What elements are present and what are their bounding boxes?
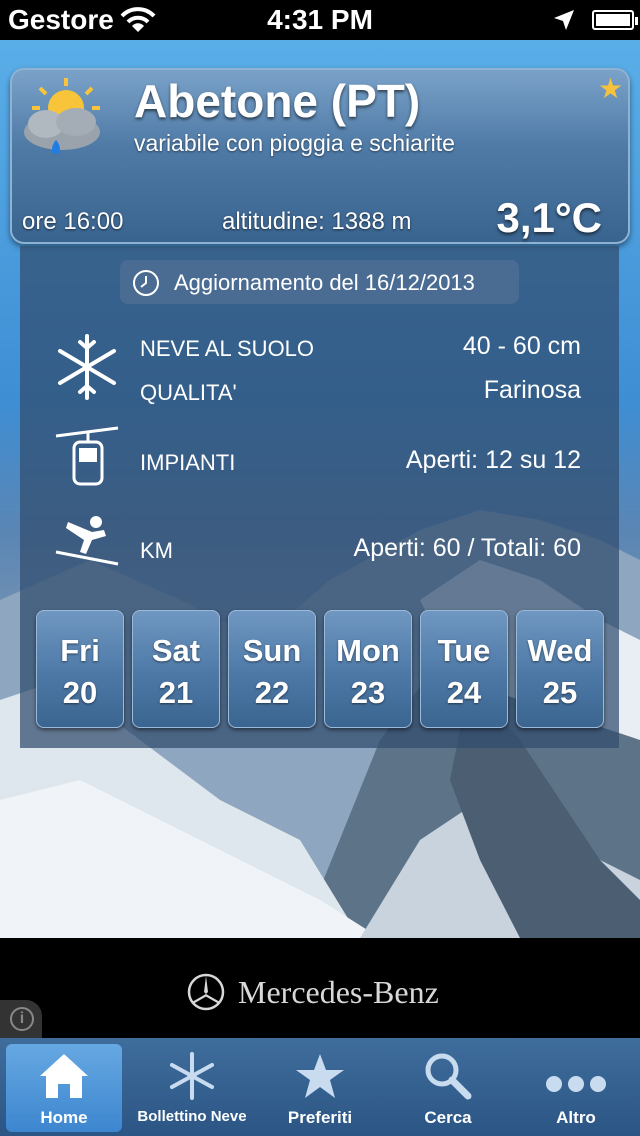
day-button-sat[interactable]: Sat 21 bbox=[132, 610, 220, 728]
location-arrow-icon bbox=[552, 8, 576, 37]
lifts-value: Aperti: 12 su 12 bbox=[405, 446, 581, 474]
mercedes-star-logo bbox=[186, 972, 226, 1017]
ad-banner[interactable]: Mercedes-Benz i bbox=[0, 938, 640, 1038]
tab-altro[interactable]: Altro bbox=[518, 1044, 634, 1132]
update-badge: Aggiornamento del 16/12/2013 bbox=[120, 260, 519, 304]
cable-car-icon bbox=[52, 426, 122, 495]
tab-bollettino-neve[interactable]: Bollettino Neve bbox=[134, 1044, 250, 1132]
day-number: 21 bbox=[158, 675, 194, 710]
battery-icon bbox=[592, 10, 638, 30]
search-icon bbox=[390, 1050, 506, 1102]
more-icon bbox=[518, 1050, 634, 1102]
location-title: Abetone (PT) bbox=[134, 75, 421, 127]
snow-ground-value: 40 - 60 cm bbox=[462, 332, 581, 360]
day-name: Sun bbox=[242, 633, 302, 668]
day-name: Wed bbox=[527, 633, 593, 668]
day-button-sun[interactable]: Sun 22 bbox=[228, 610, 316, 728]
slopes-label: KM bbox=[140, 538, 173, 563]
clock-time: 4:31 PM bbox=[267, 4, 373, 35]
day-button-mon[interactable]: Mon 23 bbox=[324, 610, 412, 728]
tab-label: Bollettino Neve bbox=[137, 1108, 247, 1125]
snow-quality-label: QUALITA' bbox=[140, 380, 237, 405]
skier-icon bbox=[52, 514, 122, 575]
star-icon bbox=[262, 1050, 378, 1102]
tab-bar: Home Bollettino Neve Preferiti Cerca Alt… bbox=[0, 1038, 640, 1136]
day-name: Mon bbox=[336, 633, 400, 668]
update-date: Aggiornamento del 16/12/2013 bbox=[174, 270, 475, 295]
snow-info-panel: Aggiornamento del 16/12/2013 NEVE AL SUO… bbox=[20, 246, 619, 748]
ad-info-button[interactable]: i bbox=[0, 1000, 42, 1038]
day-number: 22 bbox=[254, 675, 290, 710]
ad-brand-text: Mercedes-Benz bbox=[238, 974, 439, 1010]
tab-home[interactable]: Home bbox=[6, 1044, 122, 1132]
tab-cerca[interactable]: Cerca bbox=[390, 1044, 506, 1132]
day-number: 20 bbox=[62, 675, 98, 710]
temperature-value: 3,1°C bbox=[496, 194, 602, 241]
lifts-label: IMPIANTI bbox=[140, 450, 236, 475]
partly-cloudy-rain-icon bbox=[16, 74, 116, 179]
slopes-value: Aperti: 60 / Totali: 60 bbox=[353, 534, 581, 562]
status-bar: Gestore 4:31 PM bbox=[0, 0, 640, 40]
tab-preferiti[interactable]: Preferiti bbox=[262, 1044, 378, 1132]
favorite-star-icon[interactable]: ★ bbox=[598, 72, 623, 105]
day-number: 24 bbox=[446, 675, 482, 710]
day-number: 23 bbox=[350, 675, 386, 710]
weather-description: variabile con pioggia e schiarite bbox=[134, 130, 455, 156]
tab-label: Home bbox=[40, 1108, 88, 1127]
location-header-card: Abetone (PT) variabile con pioggia e sch… bbox=[10, 68, 630, 244]
home-icon bbox=[6, 1050, 122, 1102]
info-icon: i bbox=[10, 1007, 34, 1031]
snowflake-icon bbox=[52, 332, 122, 407]
tab-label: Altro bbox=[556, 1108, 596, 1127]
forecast-time: ore 16:00 bbox=[22, 208, 124, 235]
day-button-wed[interactable]: Wed 25 bbox=[516, 610, 604, 728]
altitude-label: altitudine: 1388 m bbox=[222, 208, 412, 235]
clock-icon bbox=[132, 269, 160, 302]
tab-label: Cerca bbox=[424, 1108, 472, 1127]
day-name: Fri bbox=[60, 633, 100, 668]
day-name: Sat bbox=[151, 633, 201, 668]
day-name: Tue bbox=[437, 633, 491, 668]
snow-ground-label: NEVE AL SUOLO bbox=[140, 336, 315, 361]
day-number: 25 bbox=[542, 675, 578, 710]
tab-label: Preferiti bbox=[287, 1108, 353, 1127]
day-button-fri[interactable]: Fri 20 bbox=[36, 610, 124, 728]
day-button-tue[interactable]: Tue 24 bbox=[420, 610, 508, 728]
snow-quality-value: Farinosa bbox=[483, 376, 581, 404]
snowflake-icon bbox=[134, 1050, 250, 1102]
